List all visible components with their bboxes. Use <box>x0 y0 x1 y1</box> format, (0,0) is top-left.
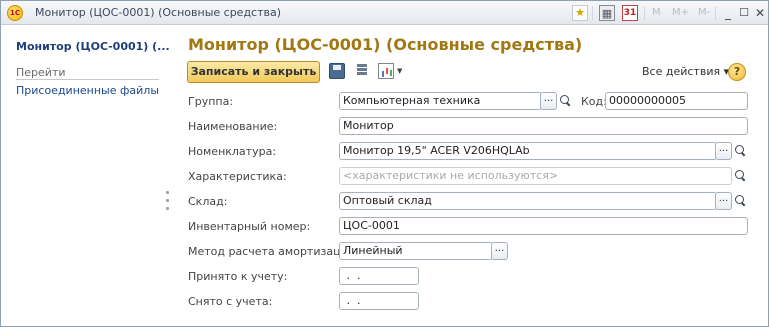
group-label: Группа: <box>188 95 234 108</box>
nomenclature-field[interactable]: Монитор 19,5" ACER V206HQLAb <box>339 142 717 160</box>
accepted-date-label: Принято к учету: <box>188 270 288 283</box>
save-and-close-button[interactable]: Записать и закрыть <box>187 61 320 83</box>
separator <box>644 6 645 20</box>
warehouse-select-button[interactable]: ... <box>715 192 732 210</box>
form-main: Монитор (ЦОС-0001) (Основные средства) З… <box>172 26 768 326</box>
window-title: Монитор (ЦОС-0001) (Основные средства) <box>35 6 282 19</box>
nomenclature-select-button[interactable]: ... <box>715 142 732 160</box>
navigation-group-label: Перейти <box>16 66 66 79</box>
nav-link-attached-files[interactable]: Присоединенные файлы <box>16 84 159 97</box>
form-window: 1С Монитор (ЦОС-0001) (Основные средства… <box>0 0 769 327</box>
calendar-icon[interactable]: 31 <box>622 5 638 21</box>
maximize-icon[interactable]: ☐ <box>736 5 752 21</box>
removed-date-label: Снято с учета: <box>188 295 273 308</box>
report-icon[interactable] <box>378 63 394 79</box>
minimize-icon[interactable]: _ <box>720 5 736 21</box>
characteristic-field[interactable]: <характеристики не используются> <box>339 167 732 185</box>
search-icon[interactable] <box>732 167 747 185</box>
calculator-icon[interactable]: ▦ <box>599 5 615 21</box>
memory-minus-button[interactable]: M- <box>698 7 710 18</box>
inventory-number-label: Инвентарный номер: <box>188 220 311 233</box>
depreciation-method-select-button[interactable]: ... <box>491 242 508 260</box>
inventory-number-field[interactable]: ЦОС-0001 <box>339 217 748 235</box>
form-title: Монитор (ЦОС-0001) (Основные средства) <box>188 35 583 54</box>
list-icon[interactable] <box>354 63 370 79</box>
save-icon[interactable] <box>329 63 345 79</box>
name-field[interactable]: Монитор <box>339 117 748 135</box>
search-icon[interactable] <box>732 192 747 210</box>
navigation-title: Монитор (ЦОС-0001) (... <box>16 40 170 53</box>
depreciation-method-label: Метод расчета амортизации: <box>188 245 359 258</box>
all-actions-menu[interactable]: Все действия ▾ <box>642 65 729 78</box>
group-select-button[interactable]: ... <box>540 92 557 110</box>
separator <box>592 6 593 20</box>
code-field[interactable]: 00000000005 <box>605 92 748 110</box>
warehouse-field[interactable]: Оптовый склад <box>339 192 717 210</box>
depreciation-method-field[interactable]: Линейный <box>339 242 493 260</box>
group-field[interactable]: Компьютерная техника <box>339 92 542 110</box>
help-icon[interactable]: ? <box>728 63 746 81</box>
memory-m-button[interactable]: M <box>652 7 661 18</box>
panel-splitter[interactable] <box>166 191 170 215</box>
chevron-down-icon[interactable]: ▼ <box>397 67 402 75</box>
navigation-panel: Монитор (ЦОС-0001) (... Перейти Присоеди… <box>1 26 171 326</box>
star-icon[interactable]: ★ <box>572 5 588 21</box>
search-icon[interactable] <box>732 142 747 160</box>
app-logo-icon[interactable]: 1С <box>7 5 23 21</box>
name-label: Наименование: <box>188 120 278 133</box>
close-icon[interactable]: ✕ <box>752 5 768 21</box>
code-label: Код: <box>581 95 607 108</box>
warehouse-label: Склад: <box>188 195 228 208</box>
accepted-date-field[interactable]: . . <box>339 267 419 285</box>
characteristic-label: Характеристика: <box>188 170 287 183</box>
nomenclature-label: Номенклатура: <box>188 145 277 158</box>
memory-plus-button[interactable]: M+ <box>672 7 689 18</box>
divider <box>16 79 159 80</box>
title-bar: 1С Монитор (ЦОС-0001) (Основные средства… <box>1 1 768 25</box>
removed-date-field[interactable]: . . <box>339 292 419 310</box>
search-icon[interactable] <box>557 92 572 110</box>
separator <box>715 6 716 20</box>
